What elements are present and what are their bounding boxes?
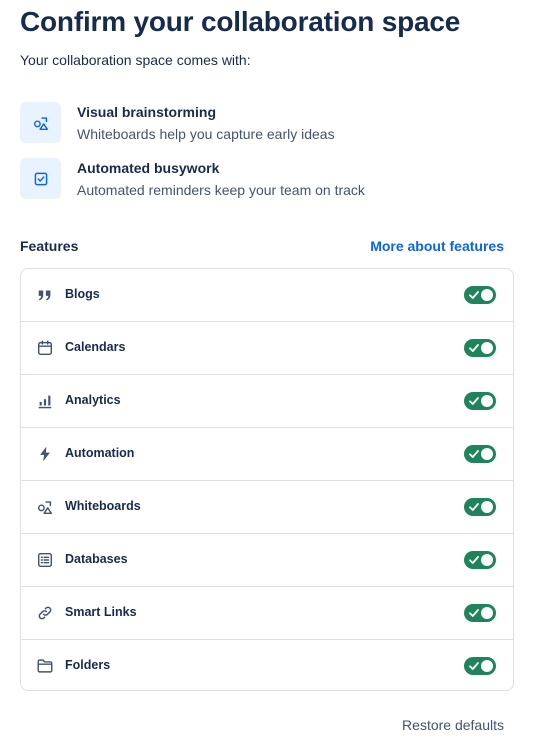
feature-name: Smart Links: [65, 605, 137, 619]
toggle-knob: [481, 660, 493, 672]
more-about-features-link[interactable]: More about features: [370, 238, 504, 254]
calendars-toggle[interactable]: [464, 339, 496, 357]
folder-icon: [35, 656, 55, 676]
check-icon: [469, 609, 479, 617]
feature-row-blogs: Blogs: [21, 269, 513, 322]
checkbox-icon: [20, 158, 61, 199]
feature-name: Folders: [65, 658, 111, 672]
feature-row-whiteboards: Whiteboards: [21, 481, 513, 534]
blogs-toggle[interactable]: [464, 286, 496, 304]
lightning-icon: [35, 444, 55, 464]
toggle-knob: [481, 448, 493, 460]
bar-chart-icon: [35, 391, 55, 411]
confirm-space-page: Confirm your collaboration space Your co…: [0, 0, 533, 744]
check-icon: [469, 503, 479, 511]
toggle-knob: [481, 607, 493, 619]
smart-links-toggle[interactable]: [464, 604, 496, 622]
quote-icon: [35, 285, 55, 305]
feature-row-folders: Folders: [21, 640, 513, 690]
feature-name: Blogs: [65, 287, 100, 301]
automation-toggle[interactable]: [464, 445, 496, 463]
check-icon: [469, 450, 479, 458]
feature-name: Whiteboards: [65, 499, 141, 513]
whiteboard-shapes-icon: [20, 102, 61, 143]
toggle-knob: [481, 554, 493, 566]
analytics-toggle[interactable]: [464, 392, 496, 410]
toggle-knob: [481, 289, 493, 301]
check-icon: [469, 397, 479, 405]
folders-toggle[interactable]: [464, 657, 496, 675]
perk-description: Automated reminders keep your team on tr…: [77, 182, 365, 198]
feature-name: Calendars: [65, 340, 126, 354]
toggle-knob: [481, 342, 493, 354]
perk-title: Visual brainstorming: [77, 104, 216, 120]
restore-defaults-button[interactable]: Restore defaults: [402, 717, 504, 733]
check-icon: [469, 556, 479, 564]
toggle-knob: [481, 395, 493, 407]
features-list: Blogs Calendars Analytics Automation Whi…: [20, 268, 514, 691]
link-icon: [35, 603, 55, 623]
database-icon: [35, 550, 55, 570]
feature-row-smart-links: Smart Links: [21, 587, 513, 640]
perk-title: Automated busywork: [77, 160, 220, 176]
check-icon: [469, 344, 479, 352]
check-icon: [469, 662, 479, 670]
feature-row-automation: Automation: [21, 428, 513, 481]
whiteboard-shapes-icon: [35, 497, 55, 517]
toggle-knob: [481, 501, 493, 513]
feature-row-analytics: Analytics: [21, 375, 513, 428]
feature-name: Automation: [65, 446, 135, 460]
whiteboards-toggle[interactable]: [464, 498, 496, 516]
feature-name: Analytics: [65, 393, 121, 407]
page-subtitle: Your collaboration space comes with:: [20, 52, 251, 68]
perk-automated-busywork: Automated busywork Automated reminders k…: [20, 158, 500, 202]
feature-row-calendars: Calendars: [21, 322, 513, 375]
feature-name: Databases: [65, 552, 128, 566]
calendar-icon: [35, 338, 55, 358]
page-title: Confirm your collaboration space: [20, 6, 461, 37]
perk-visual-brainstorming: Visual brainstorming Whiteboards help yo…: [20, 102, 500, 146]
feature-row-databases: Databases: [21, 534, 513, 587]
perk-description: Whiteboards help you capture early ideas: [77, 126, 335, 142]
check-icon: [469, 291, 479, 299]
features-heading: Features: [20, 238, 79, 254]
databases-toggle[interactable]: [464, 551, 496, 569]
